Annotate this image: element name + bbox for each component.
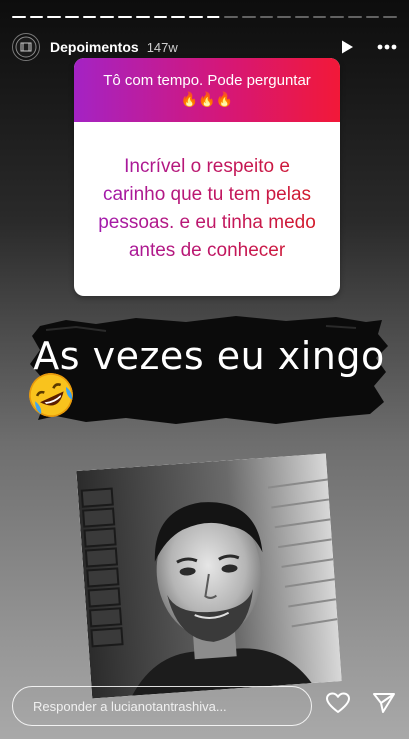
- question-prompt-header: Tô com tempo. Pode perguntar 🔥🔥🔥: [74, 58, 340, 122]
- play-icon[interactable]: [339, 39, 355, 55]
- progress-segment: [135, 16, 150, 18]
- progress-segment: [241, 16, 256, 18]
- logo-icon: [15, 36, 37, 58]
- progress-segment: [82, 16, 97, 18]
- progress-segment: [153, 16, 168, 18]
- fire-emojis: 🔥🔥🔥: [180, 91, 234, 107]
- caption-text: As vezes eu xingo: [33, 334, 385, 378]
- progress-segment: [188, 16, 203, 18]
- caption-sticker: As vezes eu xingo: [26, 312, 392, 430]
- progress-segment: [12, 16, 26, 18]
- question-prompt: Tô com tempo. Pode perguntar: [103, 72, 311, 89]
- progress-segment: [383, 16, 398, 18]
- post-time: 147w: [146, 39, 178, 55]
- progress-segment: [295, 16, 309, 18]
- progress-segment: [224, 16, 238, 18]
- progress-segment: [312, 16, 327, 18]
- reply-input[interactable]: [33, 698, 311, 714]
- send-icon[interactable]: [372, 692, 396, 714]
- more-horizontal-icon[interactable]: [377, 44, 397, 50]
- progress-segment: [47, 16, 62, 18]
- progress-segment: [171, 16, 185, 18]
- question-sticker: Tô com tempo. Pode perguntar 🔥🔥🔥 Incríve…: [74, 58, 340, 296]
- avatar[interactable]: [12, 33, 40, 61]
- progress-segment: [348, 16, 362, 18]
- photo-sticker: [76, 453, 342, 699]
- progress-segment: [100, 16, 115, 18]
- progress-segment: [277, 16, 291, 18]
- reply-bar[interactable]: [12, 686, 312, 726]
- question-answer: Incrível o respeito e carinho que tu tem…: [74, 122, 340, 296]
- progress-segment: [65, 16, 79, 18]
- portrait-photo: [76, 453, 342, 699]
- progress-segment: [259, 16, 274, 18]
- progress-segment: [206, 16, 221, 18]
- progress-segment: [29, 16, 44, 18]
- progress-segment: [330, 16, 345, 18]
- progress-segment: [365, 16, 380, 18]
- heart-icon[interactable]: [326, 692, 350, 714]
- progress-segment: [118, 16, 132, 18]
- story-progress: [12, 16, 398, 18]
- rolling-on-floor-laughing-icon: [29, 373, 73, 417]
- account-name[interactable]: Depoimentos: [50, 39, 139, 55]
